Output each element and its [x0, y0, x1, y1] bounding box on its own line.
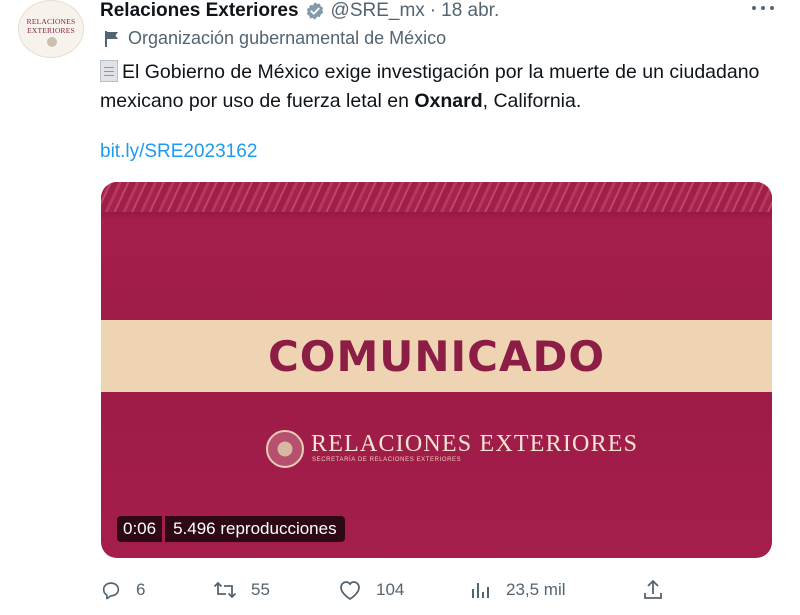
media-logo-subtext: SECRETARÍA DE RELACIONES EXTERIORES: [312, 457, 462, 463]
tweet-text-bold: Oxnard: [414, 90, 483, 112]
retweet-button[interactable]: 55: [213, 576, 270, 604]
video-player[interactable]: COMUNICADO RELACIONES EXTERIORES SECRETA…: [101, 182, 772, 558]
retweet-count: 55: [251, 580, 270, 599]
document-icon: [100, 60, 118, 82]
share-button[interactable]: [643, 576, 677, 604]
tweet-timestamp[interactable]: 18 abr.: [441, 0, 499, 22]
reply-button[interactable]: 6: [100, 576, 145, 604]
video-views: 5.496 reproducciones: [165, 516, 345, 542]
tweet-text-part-2: , California.: [482, 90, 582, 112]
retweet-icon: [213, 581, 237, 599]
like-count: 104: [376, 580, 405, 599]
account-handle[interactable]: @SRE_mx: [331, 0, 425, 22]
avatar[interactable]: RELACIONES EXTERIORES: [18, 0, 84, 58]
verified-badge-icon: [306, 2, 323, 20]
video-duration: 0:06: [117, 516, 163, 542]
avatar-line-1: RELACIONES: [26, 17, 76, 26]
share-icon: [644, 579, 662, 599]
views-button[interactable]: 23,5 mil: [470, 576, 566, 604]
tweet-header: Relaciones Exteriores @SRE_mx · 18 abr.: [100, 0, 499, 22]
views-count: 23,5 mil: [506, 580, 566, 599]
avatar-seal-icon: [47, 37, 57, 47]
tweet-text: El Gobierno de México exige investigació…: [100, 58, 760, 116]
media-logo-text: RELACIONES EXTERIORES: [311, 431, 639, 457]
like-button[interactable]: 104: [338, 576, 404, 604]
pattern-shadow: [101, 212, 772, 220]
views-icon: [472, 583, 489, 598]
affiliation-label[interactable]: Organización gubernamental de México: [104, 28, 446, 49]
decorative-pattern: [101, 182, 772, 212]
account-name[interactable]: Relaciones Exteriores: [100, 0, 299, 22]
flag-icon: [105, 30, 118, 47]
media-title: COMUNICADO: [267, 331, 606, 381]
like-icon: [340, 581, 360, 600]
affiliation-text: Organización gubernamental de México: [128, 28, 447, 48]
seal-icon: [266, 430, 304, 468]
more-icon[interactable]: [752, 0, 774, 16]
tweet-link[interactable]: bit.ly/SRE2023162: [100, 141, 257, 163]
video-info-badge: 0:06 5.496 reproducciones: [117, 516, 345, 542]
action-bar: 6 55 104 23,5 mil: [100, 576, 680, 604]
separator-dot: ·: [429, 0, 437, 21]
reply-icon: [102, 582, 120, 600]
reply-count: 6: [136, 580, 146, 599]
avatar-line-2: EXTERIORES: [27, 26, 75, 35]
